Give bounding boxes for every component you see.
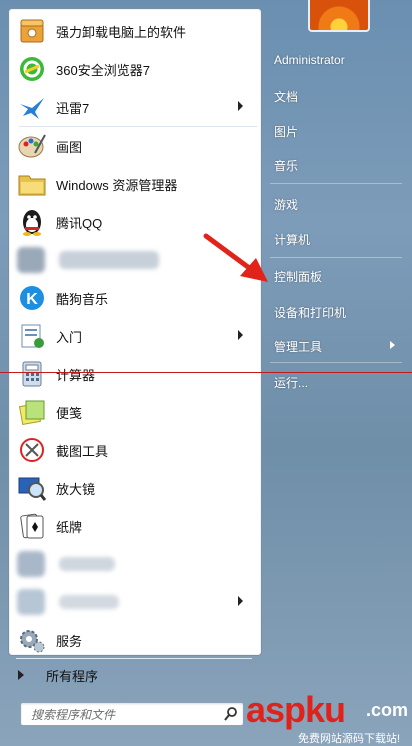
program-item-blurred[interactable] [13,583,253,621]
all-programs-button[interactable]: 所有程序 [8,662,248,688]
program-label: 酷狗音乐 [56,291,109,307]
all-programs-label: 所有程序 [46,668,99,684]
search-icon[interactable] [223,706,239,722]
program-item-uninstaller[interactable]: 强力卸载电脑上的软件 [13,12,253,50]
program-label: 迅雷7 [56,100,90,116]
blurred-app-icon [17,587,47,617]
program-label: 强力卸载电脑上的软件 [56,24,187,40]
user-picture[interactable] [308,0,370,32]
watermark-tagline: 免费网站源码下载站! [298,733,401,745]
program-item-snipping-tool[interactable]: 截图工具 [13,431,253,469]
qq-penguin-icon [17,207,47,237]
program-label: 放大镜 [56,481,96,497]
thunder-bird-icon [17,92,47,122]
programs-pane: 强力卸载电脑上的软件 360安全浏览器7 迅雷7 画图 Windows 资源管理… [8,8,262,656]
divider [270,362,402,363]
solitaire-cards-icon [17,511,47,541]
program-item-magnifier[interactable]: 放大镜 [13,469,253,507]
search-input[interactable] [29,706,213,724]
watermark-logo: aspku [246,689,346,730]
kugou-k-icon: K [17,283,47,313]
program-label: 腾讯QQ [56,215,103,231]
expand-arrow-icon [18,670,24,680]
submenu-arrow-icon[interactable] [390,341,395,349]
blurred-label [59,595,119,609]
pictures-link[interactable]: 图片 [274,123,298,140]
run-link[interactable]: 运行... [274,374,308,391]
paint-palette-icon [17,131,47,161]
divider [16,658,252,659]
blurred-label [59,251,159,269]
program-item-explorer[interactable]: Windows 资源管理器 [13,165,253,203]
program-label: 截图工具 [56,443,109,459]
getting-started-icon [17,321,47,351]
program-label: Windows 资源管理器 [56,177,178,193]
program-item-solitaire[interactable]: 纸牌 [13,507,253,545]
watermark: aspku .com 免费网站源码下载站! [238,690,412,746]
annotation-arrow-icon [203,233,268,282]
submenu-arrow-icon[interactable] [238,330,243,340]
program-label: 入门 [56,329,83,345]
documents-link[interactable]: 文档 [274,88,298,105]
program-item-sticky-notes[interactable]: 便笺 [13,393,253,431]
program-label: 便笺 [56,405,83,421]
program-item-paint[interactable]: 画图 [13,127,253,165]
divider [270,183,402,184]
annotation-line [0,372,412,373]
program-item-360-browser[interactable]: 360安全浏览器7 [13,50,253,88]
services-gear-icon [17,625,47,655]
program-label: 360安全浏览器7 [56,62,150,78]
folder-icon [17,169,47,199]
user-name-link[interactable]: Administrator [274,53,345,67]
devices-and-printers-link[interactable]: 设备和打印机 [274,304,346,321]
program-label: 画图 [56,139,83,155]
360-browser-icon [17,54,47,84]
computer-link[interactable]: 计算机 [274,231,310,248]
svg-text:K: K [26,291,38,308]
blurred-app-icon [17,245,47,275]
admin-tools-link[interactable]: 管理工具 [274,338,322,355]
program-label: 服务 [56,633,83,649]
sticky-notes-icon [17,397,47,427]
magnifier-icon [17,473,47,503]
program-item-thunder[interactable]: 迅雷7 [13,88,253,126]
blurred-app-icon [17,549,47,579]
program-item-calculator[interactable]: 计算器 [13,355,253,393]
snipping-tool-icon [17,435,47,465]
start-menu: 强力卸载电脑上的软件 360安全浏览器7 迅雷7 画图 Windows 资源管理… [0,0,412,746]
search-box[interactable] [20,702,244,726]
divider [270,257,402,258]
calculator-icon [17,359,47,389]
program-item-getting-started[interactable]: 入门 [13,317,253,355]
program-item-services[interactable]: 服务 [13,621,253,659]
blurred-label [59,557,115,571]
control-panel-link[interactable]: 控制面板 [274,268,322,285]
games-link[interactable]: 游戏 [274,196,298,213]
program-label: 计算器 [56,367,96,383]
music-link[interactable]: 音乐 [274,157,298,174]
uninstall-box-icon [17,16,47,46]
program-label: 纸牌 [56,519,83,535]
watermark-domain: .com [366,700,409,720]
program-item-blurred[interactable] [13,545,253,583]
submenu-arrow-icon[interactable] [238,596,243,606]
submenu-arrow-icon[interactable] [238,101,243,111]
